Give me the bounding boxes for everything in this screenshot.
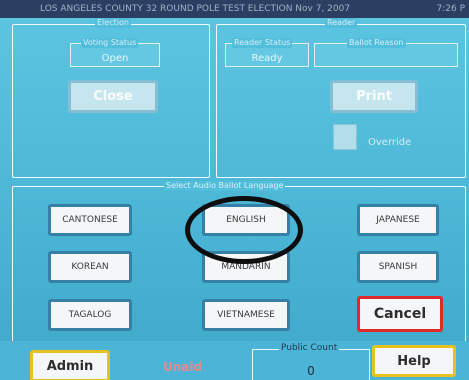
reader-status-value: Ready [251, 53, 283, 64]
ballot-reason-field: Ballot Reason [314, 38, 458, 67]
language-button-spanish[interactable]: SPANISH [357, 251, 439, 283]
voting-status-label: Voting Status [81, 38, 139, 48]
close-button[interactable]: Close [68, 80, 158, 113]
ballot-reason-label: Ballot Reason [347, 38, 406, 48]
reader-legend: Reader [325, 18, 358, 28]
language-button-japanese[interactable]: JAPANESE [357, 204, 439, 236]
reader-status-field: Reader Status Ready [225, 38, 309, 67]
election-title: LOS ANGELES COUNTY 32 ROUND POLE TEST EL… [40, 4, 351, 14]
language-legend: Select Audio Ballot Language [164, 181, 286, 191]
language-button-tagalog[interactable]: TAGALOG [48, 299, 132, 331]
print-button[interactable]: Print [330, 80, 418, 113]
language-button-korean[interactable]: KOREAN [48, 251, 132, 283]
public-count-value: 0 [307, 364, 315, 378]
reader-status-label: Reader Status [232, 38, 293, 48]
language-button-english[interactable]: ENGLISH [202, 204, 290, 236]
cancel-button[interactable]: Cancel [357, 296, 443, 332]
voting-machine-screen: LOS ANGELES COUNTY 32 ROUND POLE TEST EL… [0, 0, 469, 380]
language-button-cantonese[interactable]: CANTONESE [48, 204, 132, 236]
language-button-mandarin[interactable]: MANDARIN [202, 251, 290, 283]
voting-status-field: Voting Status Open [70, 38, 160, 67]
public-count-box: Public Count 0 [252, 343, 370, 380]
override-checkbox[interactable] [333, 124, 357, 150]
admin-button[interactable]: Admin [30, 350, 110, 380]
override-label: Override [368, 137, 412, 148]
election-legend: Election [95, 18, 131, 28]
unaided-label: Unaid [163, 360, 203, 374]
help-button[interactable]: Help [372, 345, 456, 377]
voting-status-value: Open [101, 53, 129, 64]
language-button-vietnamese[interactable]: VIETNAMESE [202, 299, 290, 331]
title-bar: LOS ANGELES COUNTY 32 ROUND POLE TEST EL… [0, 0, 469, 18]
clock: 7:26 P [436, 4, 466, 14]
public-count-label: Public Count [279, 343, 340, 353]
